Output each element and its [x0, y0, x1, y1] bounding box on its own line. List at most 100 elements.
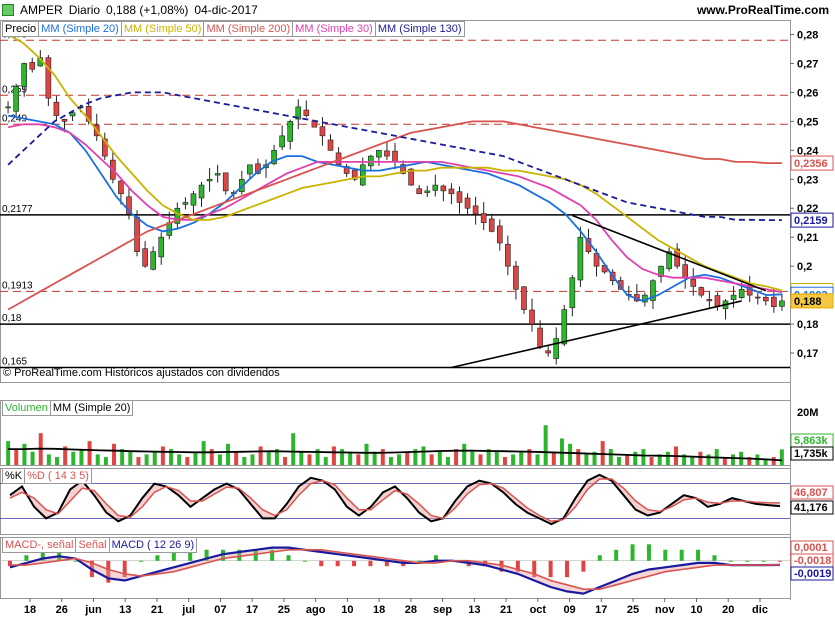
macd-legend-item[interactable]: MACD ( 12 26 9)	[108, 537, 198, 553]
candle-body	[206, 178, 213, 182]
candle-body	[13, 86, 19, 112]
price-y-tick-label: 0,24	[797, 145, 819, 157]
price-legend-item[interactable]: MM (Simple 200)	[203, 21, 294, 37]
volume-bar	[95, 454, 100, 465]
volume-bar	[600, 441, 605, 465]
candle-body	[763, 296, 769, 302]
macd-histogram-bar	[335, 560, 340, 567]
stoch-legend-item[interactable]: %K	[2, 468, 26, 484]
volume-bar	[462, 443, 467, 465]
volume-bar	[779, 449, 784, 465]
macd-histogram-bar	[646, 544, 651, 561]
candle-body	[480, 213, 487, 224]
price-legend-item[interactable]: MM (Simple 50)	[120, 21, 205, 37]
candle-body	[537, 327, 543, 348]
volume-bar	[307, 454, 312, 465]
macd-histogram-bar	[286, 555, 291, 561]
volume-bar	[380, 449, 385, 465]
candle-body	[142, 248, 148, 267]
x-axis-tick-label: jun	[84, 604, 102, 616]
volume-bar	[112, 443, 117, 465]
volume-bar	[576, 449, 581, 465]
chart-canvas: 0,280,270,260,250,240,230,220,210,20,190…	[0, 20, 834, 616]
x-axis-tick-label: oct	[530, 604, 547, 616]
candle-body	[730, 294, 737, 300]
candle-body	[45, 57, 52, 99]
x-axis-tick-label: 10	[341, 604, 353, 616]
x-axis-tick-label: 09	[563, 604, 575, 616]
volume-bar	[616, 457, 621, 465]
macd-legend-item[interactable]: MACD-, señal	[2, 537, 77, 553]
volume-bar	[519, 451, 524, 465]
x-axis-tick-label: 10	[690, 604, 702, 616]
x-axis-tick-label: 25	[627, 604, 639, 616]
candle-body	[182, 202, 189, 205]
macd-histogram-bar	[696, 549, 701, 561]
macd-histogram-bar	[745, 560, 750, 562]
macd-histogram-bar	[139, 560, 144, 562]
candle-body	[384, 150, 390, 157]
copyright-text: © ProRealTime.com Históricos ajustados c…	[3, 367, 280, 379]
price-legend-item[interactable]: MM (Simple 130)	[374, 21, 465, 37]
price-y-tick-label: 0,17	[797, 348, 818, 360]
macd-histogram-bar	[778, 560, 782, 562]
candle-body	[690, 278, 697, 287]
candle-body	[561, 309, 568, 345]
candle-body	[706, 299, 713, 302]
price-legend-item[interactable]: MM (Simple 30)	[292, 21, 376, 37]
macd-value-label: -0,0018	[794, 555, 831, 567]
volume-bar	[87, 441, 92, 465]
candle-body	[214, 173, 221, 176]
volume-bar	[364, 443, 369, 465]
volume-bar	[429, 454, 434, 465]
candle-body	[190, 193, 197, 206]
candle-body	[529, 309, 535, 325]
volume-bar	[388, 457, 393, 465]
volume-bar	[470, 451, 475, 465]
x-axis-tick-label: 13	[119, 604, 131, 616]
price-value-label: 0,188	[794, 296, 822, 308]
candle-body	[5, 106, 11, 109]
volume-bar	[6, 441, 11, 465]
volume-y-tick-label: 20M	[797, 407, 818, 419]
volume-bar	[79, 449, 84, 465]
macd-legend-item[interactable]: Señal	[75, 537, 110, 553]
stoch-legend-item[interactable]: %D ( 14 3 5)	[24, 468, 92, 484]
volume-bar	[763, 459, 768, 465]
volume-bar	[584, 454, 589, 465]
price-y-tick-label: 0,28	[797, 29, 818, 41]
horizontal-line-label: 0,165	[2, 357, 27, 368]
macd-histogram-bar	[679, 549, 684, 561]
candle-body	[513, 265, 519, 290]
price-y-tick-label: 0,25	[797, 116, 818, 128]
x-axis-tick-label: 13	[468, 604, 480, 616]
volume-bar	[340, 449, 345, 465]
volume-bar	[250, 454, 255, 465]
macd-histogram-bar	[417, 560, 422, 562]
candle-body	[247, 164, 253, 175]
price-legend-item[interactable]: Precio	[2, 21, 40, 37]
candle-body	[496, 225, 503, 244]
volume-legend-item[interactable]: Volumen	[2, 400, 51, 416]
candle-body	[464, 197, 471, 209]
volume-bar	[690, 457, 695, 465]
candle-body	[448, 188, 455, 195]
x-axis-tick-label: nov	[655, 604, 675, 616]
x-axis-tick-label: sep	[433, 604, 452, 616]
candle-body	[440, 185, 447, 192]
volume-bar	[242, 457, 247, 465]
volume-legend-item[interactable]: MM (Simple 20)	[49, 400, 134, 416]
candle-body	[577, 236, 584, 281]
candle-body	[698, 287, 705, 296]
candle-body	[472, 205, 479, 215]
candle-body	[754, 296, 761, 299]
price-legend-item[interactable]: MM (Simple 20)	[38, 21, 122, 37]
volume-bar	[535, 454, 540, 465]
volume-value-label: 1,735k	[794, 448, 829, 460]
volume-bar	[372, 451, 377, 465]
x-axis-tick-label: 28	[405, 604, 417, 616]
macd-histogram-bar	[597, 555, 602, 561]
candle-body	[432, 184, 439, 191]
horizontal-line-label: 0,18	[2, 313, 22, 324]
candle-body	[53, 101, 60, 116]
